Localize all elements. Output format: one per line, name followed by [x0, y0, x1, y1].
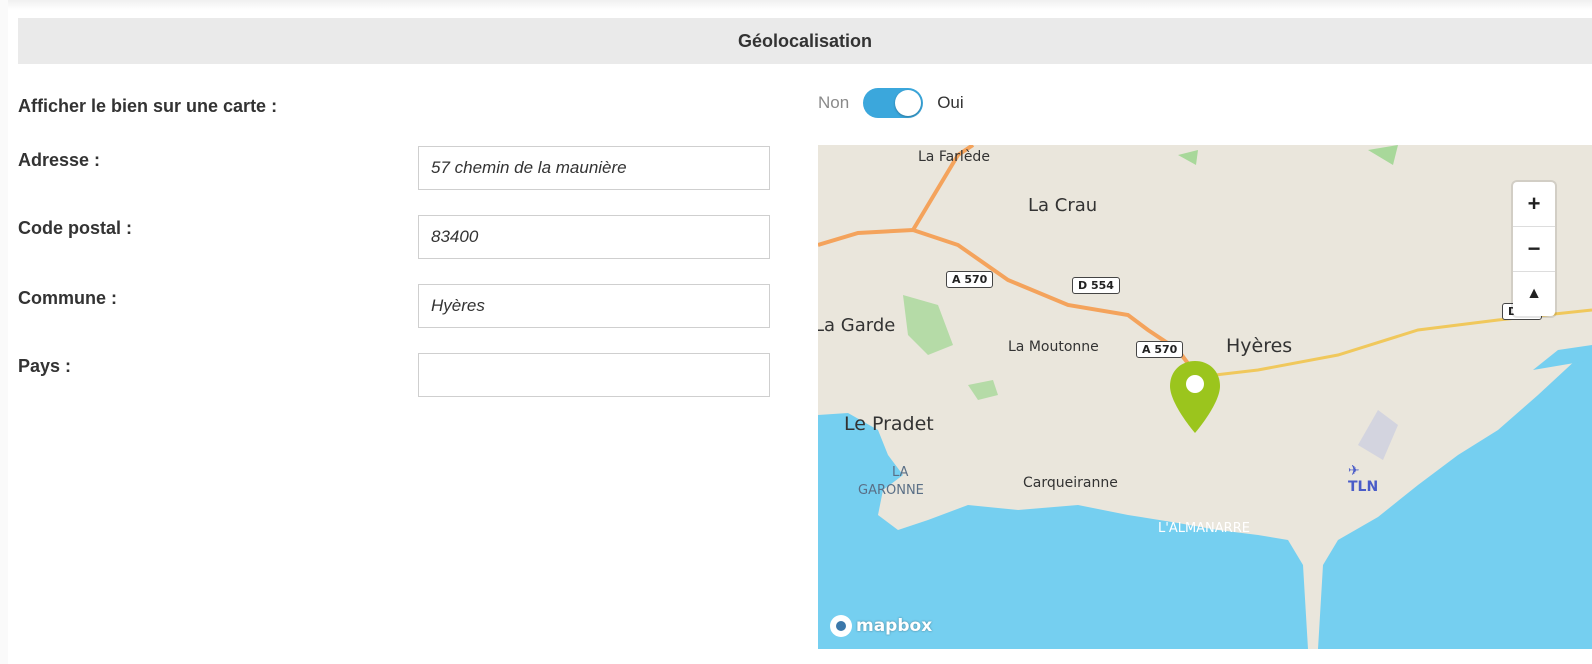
toggle-on-label: Oui: [937, 93, 964, 112]
airplane-icon: ✈: [1348, 463, 1360, 479]
address-field[interactable]: [418, 146, 770, 190]
place-la-farlede: La Farlède: [918, 149, 990, 165]
zoom-in-button[interactable]: +: [1513, 182, 1555, 226]
commune-field[interactable]: [418, 284, 770, 328]
map-zoom-controls: + − ▲: [1513, 182, 1555, 316]
show-on-map-toggle-row: Non Oui: [818, 88, 964, 118]
country-label: Pays :: [18, 356, 72, 376]
mapbox-logo-icon: [830, 615, 852, 637]
airport-tln: ✈ TLN: [1348, 463, 1378, 495]
place-la-crau: La Crau: [1028, 195, 1098, 216]
mapbox-logo[interactable]: mapbox: [830, 615, 932, 637]
place-la-garde: La Garde: [818, 315, 896, 336]
toggle-off-label: Non: [818, 93, 850, 112]
show-on-map-switch[interactable]: [863, 88, 924, 118]
road-shield-a570-2: A 570: [1136, 341, 1184, 358]
zoom-out-button[interactable]: −: [1513, 226, 1555, 271]
postal-code-label: Code postal :: [18, 218, 133, 238]
commune-label: Commune :: [18, 288, 117, 308]
top-strip: [0, 0, 1592, 10]
left-rail: [0, 0, 8, 664]
section-title: Géolocalisation: [737, 30, 873, 51]
place-la-moutonne: La Moutonne: [1008, 339, 1099, 355]
postal-code-field[interactable]: [418, 215, 770, 259]
show-on-map-label: Afficher le bien sur une carte :: [18, 96, 278, 116]
place-lalmanarre: L'ALMANARRE: [1158, 521, 1250, 536]
address-label: Adresse :: [18, 150, 101, 170]
mapbox-attribution: mapbox: [856, 616, 933, 636]
location-pin-icon[interactable]: [1168, 359, 1222, 435]
place-carqueiranne: Carqueiranne: [1023, 475, 1118, 491]
country-field[interactable]: [418, 353, 770, 397]
road-shield-d554: D 554: [1072, 277, 1120, 294]
place-la-garonne-2: GARONNE: [858, 483, 924, 498]
airport-label: TLN: [1348, 479, 1379, 495]
switch-knob[interactable]: [895, 90, 922, 116]
compass-button[interactable]: ▲: [1513, 271, 1555, 316]
place-hyeres: Hyères: [1226, 335, 1293, 357]
road-shield-a570: A 570: [946, 271, 994, 288]
place-le-pradet: Le Pradet: [844, 413, 934, 435]
section-header: Géolocalisation: [18, 18, 1592, 64]
place-la-garonne-1: LA: [892, 465, 909, 480]
map-widget[interactable]: La Farlède La Crau La Garde La Moutonne …: [818, 145, 1592, 649]
